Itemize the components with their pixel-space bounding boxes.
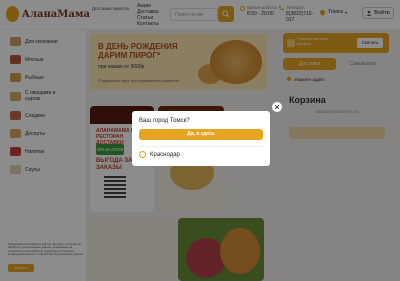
city-option-krasnodar[interactable]: Краснодар [139,151,180,158]
confirm-city-button[interactable]: Да, я здесь [139,129,263,140]
city-option-label: Краснодар [150,151,180,158]
city-confirm-dialog: Ваш город Томск? Да, я здесь Краснодар [132,111,270,166]
dialog-question: Ваш город Томск? [139,118,190,124]
close-icon [274,104,280,110]
divider [139,146,263,147]
radio-icon [139,151,146,158]
close-dialog-button[interactable] [272,102,282,112]
